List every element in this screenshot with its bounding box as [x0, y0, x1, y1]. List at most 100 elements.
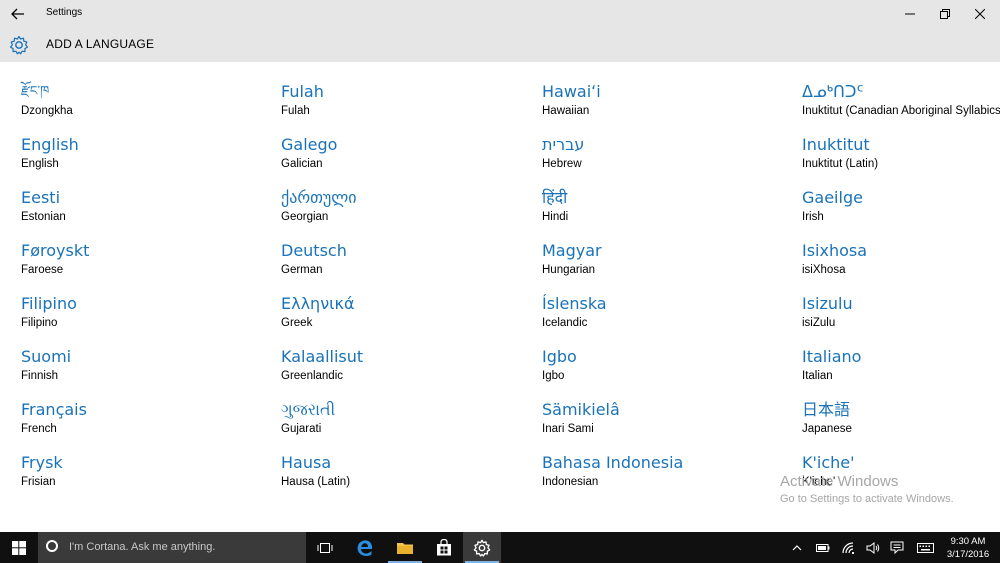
- page-title: ADD A LANGUAGE: [46, 37, 155, 51]
- language-item-inuktitut-syllabics[interactable]: ᐃᓄᒃᑎᑐᑦ Inuktitut (Canadian Aboriginal Sy…: [802, 82, 1000, 128]
- clock-date: 3/17/2016: [946, 549, 990, 560]
- page-header: ADD A LANGUAGE: [0, 28, 1000, 62]
- language-item-inuktitut-latin[interactable]: Inuktitut Inuktitut (Latin): [802, 135, 1000, 181]
- cortana-search-box[interactable]: I'm Cortana. Ask me anything.: [38, 532, 306, 563]
- language-native-name: Galego: [281, 135, 338, 154]
- language-item-xhosa[interactable]: Isixhosa isiXhosa: [802, 241, 1000, 287]
- language-item-icelandic[interactable]: Íslenska Icelandic: [542, 294, 800, 340]
- edge-icon: [357, 539, 373, 556]
- settings-gear-icon: [8, 34, 30, 56]
- language-native-name: Eesti: [21, 188, 61, 207]
- language-english-name: Dzongkha: [21, 105, 73, 117]
- title-bar: Settings: [0, 0, 1000, 28]
- language-native-name: Isizulu: [802, 294, 853, 313]
- action-center-button[interactable]: [886, 532, 908, 563]
- language-item-german[interactable]: Deutsch German: [281, 241, 539, 287]
- language-english-name: Italian: [802, 370, 833, 382]
- language-native-name: Igbo: [542, 347, 577, 366]
- language-native-name: K'iche': [802, 453, 855, 472]
- language-item-french[interactable]: Français French: [21, 400, 279, 446]
- language-item-irish[interactable]: Gaeilge Irish: [802, 188, 1000, 234]
- minimize-button[interactable]: [893, 0, 927, 28]
- language-native-name: Ελληνικά: [281, 294, 355, 313]
- language-item-japanese[interactable]: 日本語 Japanese: [802, 400, 1000, 446]
- language-item-gujarati[interactable]: ગુજરાતી Gujarati: [281, 400, 539, 446]
- language-item-hungarian[interactable]: Magyar Hungarian: [542, 241, 800, 287]
- language-item-zulu[interactable]: Isizulu isiZulu: [802, 294, 1000, 340]
- language-native-name: ქართული: [281, 188, 357, 207]
- language-item-hausa[interactable]: Hausa Hausa (Latin): [281, 453, 539, 499]
- language-native-name: Italiano: [802, 347, 862, 366]
- language-english-name: Hindi: [542, 211, 569, 223]
- settings-icon: [473, 539, 491, 557]
- settings-taskbar-button[interactable]: [463, 532, 501, 563]
- language-english-name: Hebrew: [542, 158, 582, 170]
- task-view-button[interactable]: [307, 532, 343, 563]
- show-hidden-icons-button[interactable]: [788, 532, 806, 563]
- language-item-hebrew[interactable]: עברית Hebrew: [542, 135, 800, 181]
- close-button[interactable]: [963, 0, 997, 28]
- language-native-name: English: [21, 135, 79, 154]
- language-item-greenlandic[interactable]: Kalaallisut Greenlandic: [281, 347, 539, 393]
- language-english-name: Irish: [802, 211, 824, 223]
- language-native-name: Fulah: [281, 82, 324, 101]
- language-item-inari-sami[interactable]: Sämikielâ Inari Sami: [542, 400, 800, 446]
- activation-watermark: Activate Windows Go to Settings to activ…: [780, 473, 954, 506]
- language-item-faroese[interactable]: Føroyskt Faroese: [21, 241, 279, 287]
- language-english-name: Georgian: [281, 211, 329, 223]
- taskbar-clock[interactable]: 9:30 AM 3/17/2016: [940, 535, 996, 561]
- language-native-name: हिंदी: [542, 188, 568, 207]
- battery-icon: [816, 543, 830, 552]
- language-native-name: Deutsch: [281, 241, 347, 260]
- language-item-hindi[interactable]: हिंदी Hindi: [542, 188, 800, 234]
- battery-button[interactable]: [812, 532, 834, 563]
- language-item-dzongkha[interactable]: རྫོང་ཁ Dzongkha: [21, 82, 279, 128]
- language-item-galician[interactable]: Galego Galician: [281, 135, 539, 181]
- language-native-name: Français: [21, 400, 87, 419]
- language-english-name: Fulah: [281, 105, 310, 117]
- language-english-name: Hausa (Latin): [281, 476, 351, 488]
- language-item-indonesian[interactable]: Bahasa Indonesia Indonesian: [542, 453, 800, 499]
- back-button[interactable]: [0, 0, 36, 28]
- language-native-name: Frysk: [21, 453, 63, 472]
- language-english-name: Finnish: [21, 370, 59, 382]
- network-button[interactable]: [838, 532, 860, 563]
- language-item-frisian[interactable]: Frysk Frisian: [21, 453, 279, 499]
- cortana-icon: [46, 540, 58, 552]
- language-item-filipino[interactable]: Filipino Filipino: [21, 294, 279, 340]
- language-native-name: Sämikielâ: [542, 400, 620, 419]
- language-english-name: Estonian: [21, 211, 66, 223]
- minimize-icon: [905, 13, 915, 15]
- language-english-name: Inari Sami: [542, 423, 594, 435]
- language-english-name: Filipino: [21, 317, 58, 329]
- watermark-title: Activate Windows: [780, 473, 899, 490]
- input-indicator-button[interactable]: [913, 532, 937, 563]
- language-item-igbo[interactable]: Igbo Igbo: [542, 347, 800, 393]
- language-native-name: Kalaallisut: [281, 347, 364, 366]
- language-native-name: Inuktitut: [802, 135, 870, 154]
- language-item-italian[interactable]: Italiano Italian: [802, 347, 1000, 393]
- language-item-estonian[interactable]: Eesti Estonian: [21, 188, 279, 234]
- language-item-hawaiian[interactable]: Hawaiʻi Hawaiian: [542, 82, 800, 128]
- language-item-finnish[interactable]: Suomi Finnish: [21, 347, 279, 393]
- language-native-name: ᐃᓄᒃᑎᑐᑦ: [802, 82, 864, 101]
- language-native-name: Filipino: [21, 294, 77, 313]
- speaker-icon: [866, 541, 880, 554]
- language-item-fulah[interactable]: Fulah Fulah: [281, 82, 539, 128]
- language-item-georgian[interactable]: ქართული Georgian: [281, 188, 539, 234]
- language-english-name: Greenlandic: [281, 370, 344, 382]
- language-english-name: German: [281, 264, 323, 276]
- volume-button[interactable]: [862, 532, 884, 563]
- restore-button[interactable]: [928, 0, 962, 28]
- language-grid: རྫོང་ཁ Dzongkha English English Eesti Es…: [0, 62, 1000, 532]
- language-english-name: Icelandic: [542, 317, 588, 329]
- language-english-name: Frisian: [21, 476, 56, 488]
- store-button[interactable]: [425, 532, 463, 563]
- language-native-name: Isixhosa: [802, 241, 868, 260]
- language-item-english[interactable]: English English: [21, 135, 279, 181]
- file-explorer-button[interactable]: [386, 532, 424, 563]
- language-item-greek[interactable]: Ελληνικά Greek: [281, 294, 539, 340]
- start-button[interactable]: [0, 532, 38, 563]
- language-native-name: 日本語: [802, 400, 851, 419]
- edge-button[interactable]: [346, 532, 384, 563]
